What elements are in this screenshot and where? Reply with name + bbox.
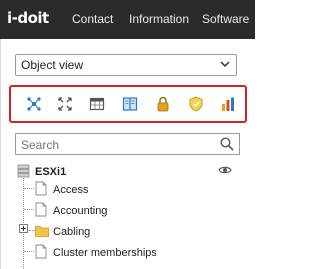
eye-icon[interactable] [218, 165, 232, 175]
bar-chart-icon[interactable] [220, 96, 236, 112]
calendar-table-icon[interactable] [89, 96, 105, 112]
tree-root-label: ESXi1 [35, 166, 67, 178]
tree-item-label: Accounting [53, 205, 108, 217]
tree-item-label: Access [53, 184, 89, 196]
top-navigation-bar: i-doit Contact Information Software [0, 0, 255, 39]
folder-icon [35, 226, 49, 237]
server-icon [17, 164, 30, 178]
tree-connector [24, 188, 34, 189]
network-nodes-icon[interactable] [26, 96, 42, 112]
tree-view-toolbar [9, 85, 247, 123]
chevron-down-icon [220, 61, 230, 68]
page-icon [35, 181, 47, 196]
expand-arrows-icon[interactable] [57, 96, 73, 112]
page-icon [35, 244, 47, 259]
shield-icon[interactable] [188, 96, 204, 112]
nav-software[interactable]: Software [202, 12, 249, 26]
search-placeholder: Search [21, 138, 60, 152]
view-select-value: Object view [21, 58, 84, 72]
search-icon[interactable] [220, 137, 234, 151]
nav-contact[interactable]: Contact [72, 12, 113, 26]
expand-toggle[interactable] [19, 224, 28, 233]
logo-text: i-doit [7, 9, 49, 27]
view-select[interactable]: Object view [15, 54, 237, 76]
idoit-logo[interactable]: i-doit [7, 9, 55, 31]
book-icon[interactable] [122, 96, 138, 112]
tree-item-label: Cabling [53, 226, 91, 238]
nav-information[interactable]: Information [129, 12, 189, 26]
tree-item-label: Cluster memberships [53, 247, 157, 259]
tree-search-field[interactable]: Search [15, 133, 240, 155]
page-icon [35, 202, 47, 217]
tree-connector [24, 209, 34, 210]
lock-icon[interactable] [155, 96, 171, 112]
tree-connector [24, 251, 34, 252]
